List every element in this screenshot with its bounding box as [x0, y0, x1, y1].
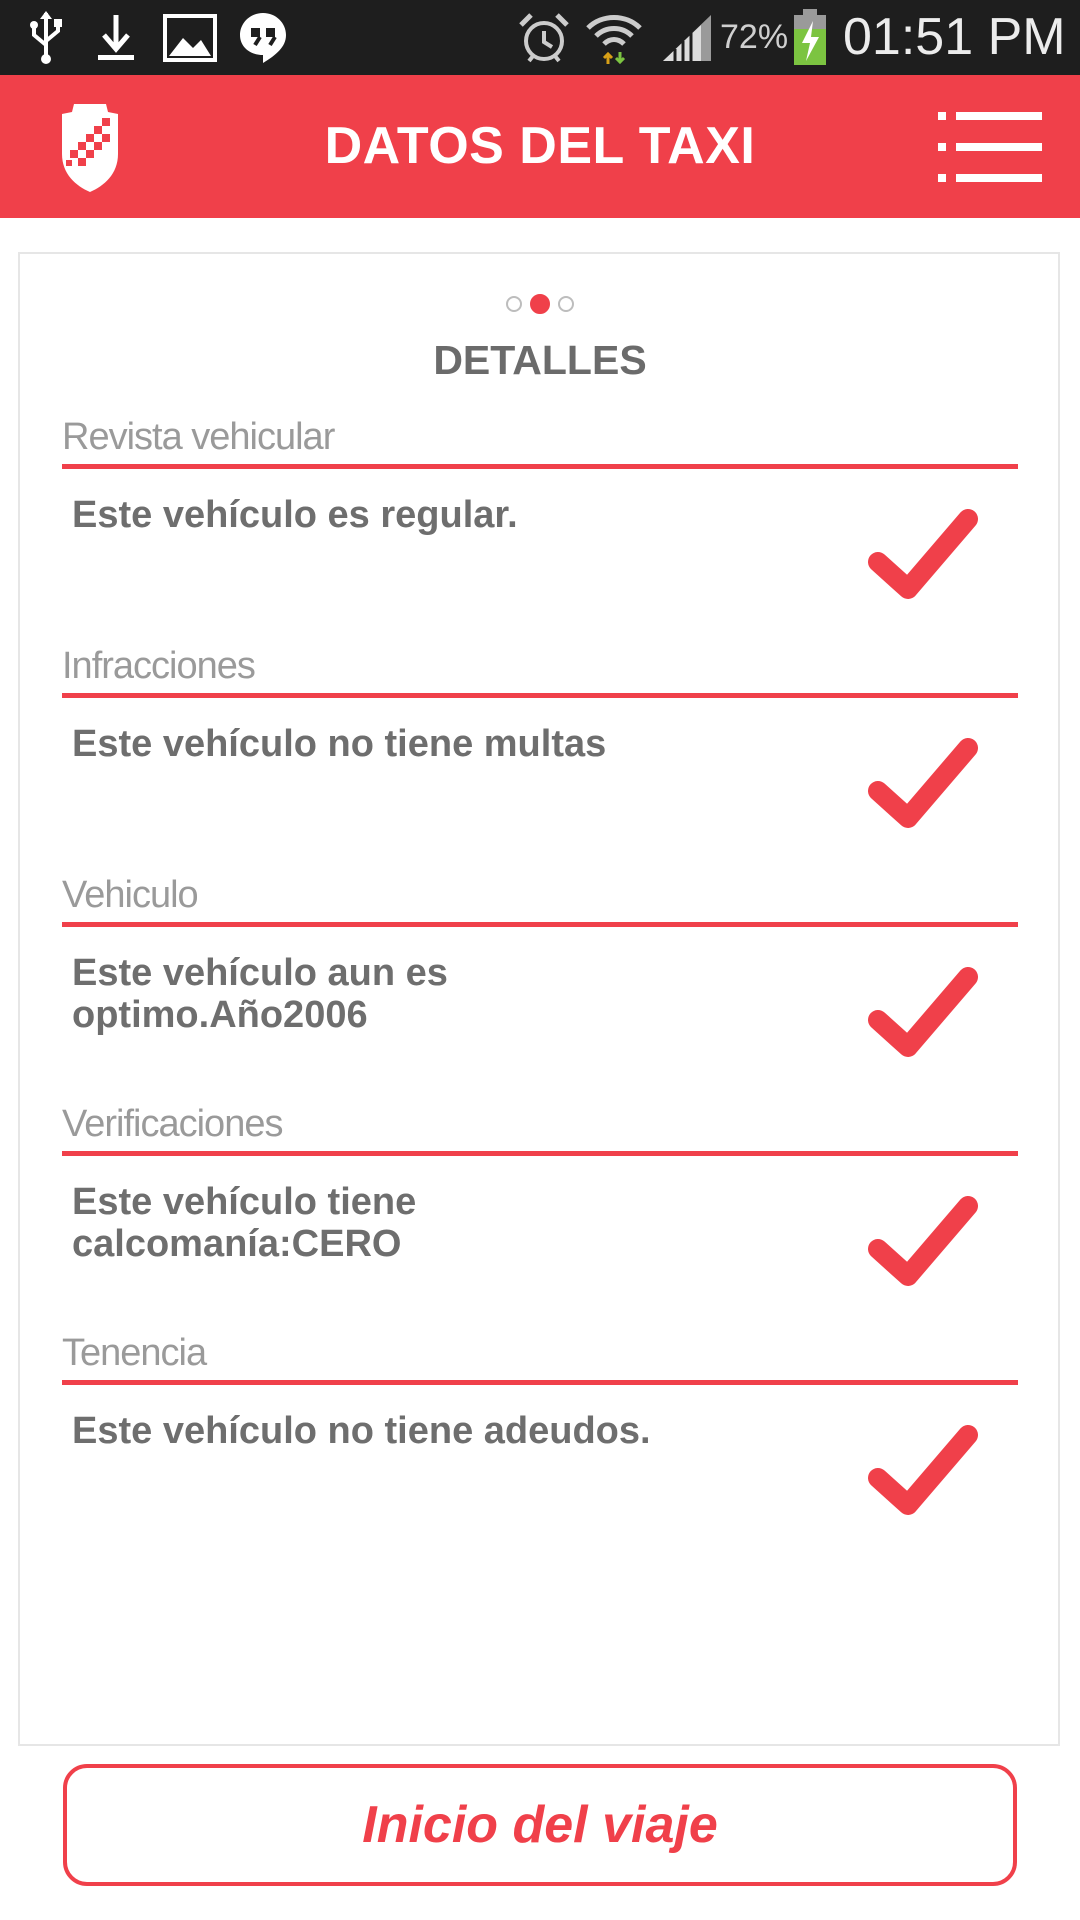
- check-icon: [868, 507, 978, 602]
- check-icon: [868, 736, 978, 831]
- divider: [62, 1151, 1018, 1156]
- app-header: DATOS DEL TAXI: [0, 75, 1080, 218]
- detail-item-verificaciones: Verificaciones Este vehículo tiene calco…: [62, 1099, 1018, 1328]
- detail-item-vehiculo: Vehiculo Este vehículo aun es optimo.Año…: [62, 870, 1018, 1099]
- alarm-icon: [516, 8, 572, 68]
- page-dot-3[interactable]: [558, 296, 574, 312]
- check-icon: [868, 1423, 978, 1518]
- detail-item-revista: Revista vehicular Este vehículo es regul…: [62, 412, 1018, 641]
- detail-label: Vehiculo: [62, 874, 199, 916]
- detail-item-tenencia: Tenencia Este vehículo no tiene adeudos.: [62, 1328, 1018, 1557]
- usb-icon: [24, 8, 68, 68]
- page-dot-1[interactable]: [506, 296, 522, 312]
- start-trip-button[interactable]: Inicio del viaje: [63, 1764, 1017, 1886]
- detail-text: Este vehículo no tiene multas: [72, 723, 607, 765]
- detail-item-infracciones: Infracciones Este vehículo no tiene mult…: [62, 641, 1018, 870]
- menu-button[interactable]: [938, 112, 1042, 182]
- page-title: DATOS DEL TAXI: [324, 117, 756, 175]
- divider: [62, 1380, 1018, 1385]
- detail-text: Este vehículo es regular.: [72, 494, 518, 536]
- detail-label: Infracciones: [62, 645, 256, 687]
- detail-label: Tenencia: [62, 1332, 207, 1374]
- list-menu-icon: [938, 112, 1042, 182]
- divider: [62, 922, 1018, 927]
- battery-percentage: 72%: [720, 18, 789, 56]
- signal-icon: [660, 8, 714, 68]
- page-dot-2-active[interactable]: [530, 294, 550, 314]
- hangouts-icon: [236, 8, 290, 68]
- divider: [62, 464, 1018, 469]
- detail-label: Verificaciones: [62, 1103, 283, 1145]
- image-icon: [162, 8, 218, 68]
- detail-text: Este vehículo no tiene adeudos.: [72, 1410, 651, 1452]
- page-indicator: [0, 292, 1080, 320]
- detail-label: Revista vehicular: [62, 416, 335, 458]
- status-bar: 72% 01:51 PM: [0, 0, 1080, 75]
- detail-text: Este vehículo aun es optimo.Año2006: [72, 952, 448, 1036]
- download-icon: [94, 8, 138, 68]
- section-title: DETALLES: [433, 337, 647, 383]
- divider: [62, 693, 1018, 698]
- check-icon: [868, 1194, 978, 1289]
- check-icon: [868, 965, 978, 1060]
- clock: 01:51 PM: [843, 8, 1066, 66]
- detail-text: Este vehículo tiene calcomanía:CERO: [72, 1181, 417, 1265]
- wifi-icon: [584, 8, 644, 68]
- battery-charging-icon: [790, 8, 830, 68]
